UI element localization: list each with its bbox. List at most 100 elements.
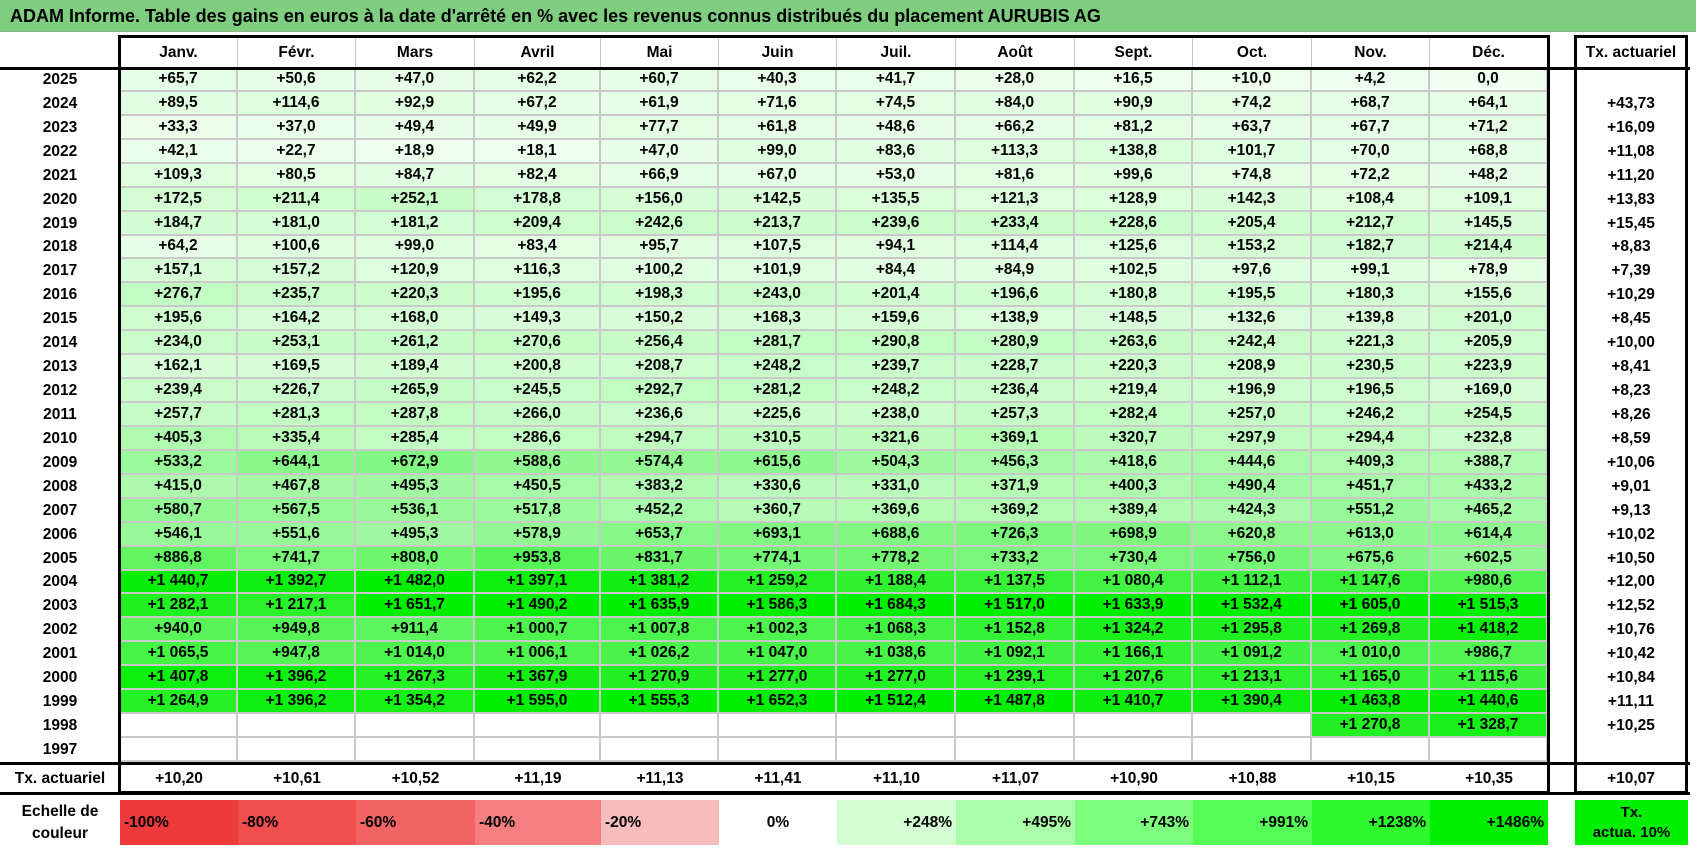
legend-swatch: +991%: [1193, 800, 1312, 845]
table-cell: +1 396,2: [238, 690, 356, 715]
table-cell: +114,4: [956, 235, 1075, 260]
footer-value: +10,35: [1465, 769, 1513, 787]
table-cell: +84,4: [837, 259, 956, 284]
table-cell: +444,6: [1193, 450, 1312, 475]
row-year: 2017: [42, 262, 78, 280]
footer-value: +11,13: [636, 769, 684, 787]
table-cell: +42,1: [120, 139, 238, 164]
table-cell: +1 002,3: [719, 618, 837, 643]
row-rate: +11,20: [1607, 166, 1655, 184]
table-cell: +100,6: [238, 235, 356, 260]
legend-label: Echelle de couleur: [0, 800, 120, 846]
table-cell: +181,2: [356, 211, 475, 236]
table-cell: +200,8: [475, 355, 601, 380]
table-cell: +574,4: [601, 450, 719, 475]
table-cell: +456,3: [956, 450, 1075, 475]
table-cell: +424,3: [1193, 498, 1312, 523]
table-cell: +102,5: [1075, 259, 1193, 284]
footer-value: +10,20: [155, 769, 203, 787]
row-year: 2019: [42, 214, 78, 232]
table-cell: +1 515,3: [1430, 594, 1548, 619]
table-cell: [837, 714, 956, 739]
table-cell: +208,7: [601, 355, 719, 380]
table-cell: +1 269,8: [1312, 618, 1430, 643]
legend-swatch: +1486%: [1430, 800, 1548, 845]
row-rate: +13,83: [1607, 190, 1655, 208]
table-cell: +551,6: [238, 522, 356, 547]
table-cell: +1 115,6: [1430, 666, 1548, 691]
legend-swatch: +248%: [837, 800, 956, 845]
table-cell: +253,1: [238, 331, 356, 356]
table-cell: +220,3: [1075, 355, 1193, 380]
table-cell: +159,6: [837, 307, 956, 332]
table-cell: +369,6: [837, 498, 956, 523]
table-cell: [1075, 738, 1193, 762]
table-cell: +567,5: [238, 498, 356, 523]
table-cell: +220,3: [356, 283, 475, 308]
table-cell: +33,3: [120, 115, 238, 140]
table-cell: +150,2: [601, 307, 719, 332]
table-cell: +1 000,7: [475, 618, 601, 643]
table-cell: +1 418,2: [1430, 618, 1548, 643]
table-cell: +138,8: [1075, 139, 1193, 164]
table-cell: +242,6: [601, 211, 719, 236]
table-cell: +294,7: [601, 426, 719, 451]
table-cell: +49,9: [475, 115, 601, 140]
table-cell: +121,3: [956, 187, 1075, 212]
table-cell: +741,7: [238, 546, 356, 571]
table-cell: +196,6: [956, 283, 1075, 308]
table-cell: +196,9: [1193, 379, 1312, 403]
row-year: 2025: [42, 70, 78, 88]
row-rate: +10,42: [1607, 645, 1655, 663]
table-cell: +67,7: [1312, 115, 1430, 140]
row-rate: +10,76: [1607, 621, 1655, 639]
table-cell: +1 367,9: [475, 666, 601, 691]
table-cell: +330,6: [719, 474, 837, 499]
table-cell: [719, 714, 837, 739]
table-cell: +1 277,0: [719, 666, 837, 691]
legend-actuarial: Tx. actua. 10%: [1575, 800, 1688, 845]
column-header-month: Août: [956, 37, 1075, 68]
table-cell: +232,8: [1430, 426, 1548, 451]
table-cell: +28,0: [956, 68, 1075, 92]
table-cell: +198,3: [601, 283, 719, 308]
row-year: 2013: [42, 358, 78, 376]
table-cell: [1193, 738, 1312, 762]
table-cell: +252,1: [356, 187, 475, 212]
table-cell: +233,4: [956, 211, 1075, 236]
table-cell: +1 217,1: [238, 594, 356, 619]
table-cell: +1 605,0: [1312, 594, 1430, 619]
table-cell: +1 586,3: [719, 594, 837, 619]
table-cell: +99,0: [719, 139, 837, 164]
row-year: 1998: [42, 717, 78, 735]
table-cell: +172,5: [120, 187, 238, 212]
table-cell: [475, 714, 601, 739]
row-year: 2008: [42, 477, 78, 495]
table-cell: +180,3: [1312, 283, 1430, 308]
table-cell: +693,1: [719, 522, 837, 547]
row-year: 1999: [42, 693, 78, 711]
table-cell: +588,6: [475, 450, 601, 475]
table-cell: +142,3: [1193, 187, 1312, 212]
table-cell: +157,1: [120, 259, 238, 284]
table-cell: +1 080,4: [1075, 570, 1193, 595]
table-cell: +225,6: [719, 403, 837, 427]
column-header-month: Juil.: [837, 37, 956, 68]
table-cell: +517,8: [475, 498, 601, 523]
table-cell: +84,0: [956, 91, 1075, 116]
row-rate: +10,50: [1607, 549, 1655, 567]
table-cell: +67,0: [719, 163, 837, 188]
table-cell: [120, 738, 238, 762]
table-cell: +756,0: [1193, 546, 1312, 571]
header-underline: [0, 67, 1690, 70]
table-cell: +310,5: [719, 426, 837, 451]
table-cell: +536,1: [356, 498, 475, 523]
table-cell: +653,7: [601, 522, 719, 547]
table-cell: +369,1: [956, 426, 1075, 451]
table-cell: +243,0: [719, 283, 837, 308]
table-cell: +1 440,7: [120, 570, 238, 595]
row-rate: +9,13: [1611, 501, 1651, 519]
table-cell: +60,7: [601, 68, 719, 92]
table-cell: +68,8: [1430, 139, 1548, 164]
row-year: 2006: [42, 525, 78, 543]
